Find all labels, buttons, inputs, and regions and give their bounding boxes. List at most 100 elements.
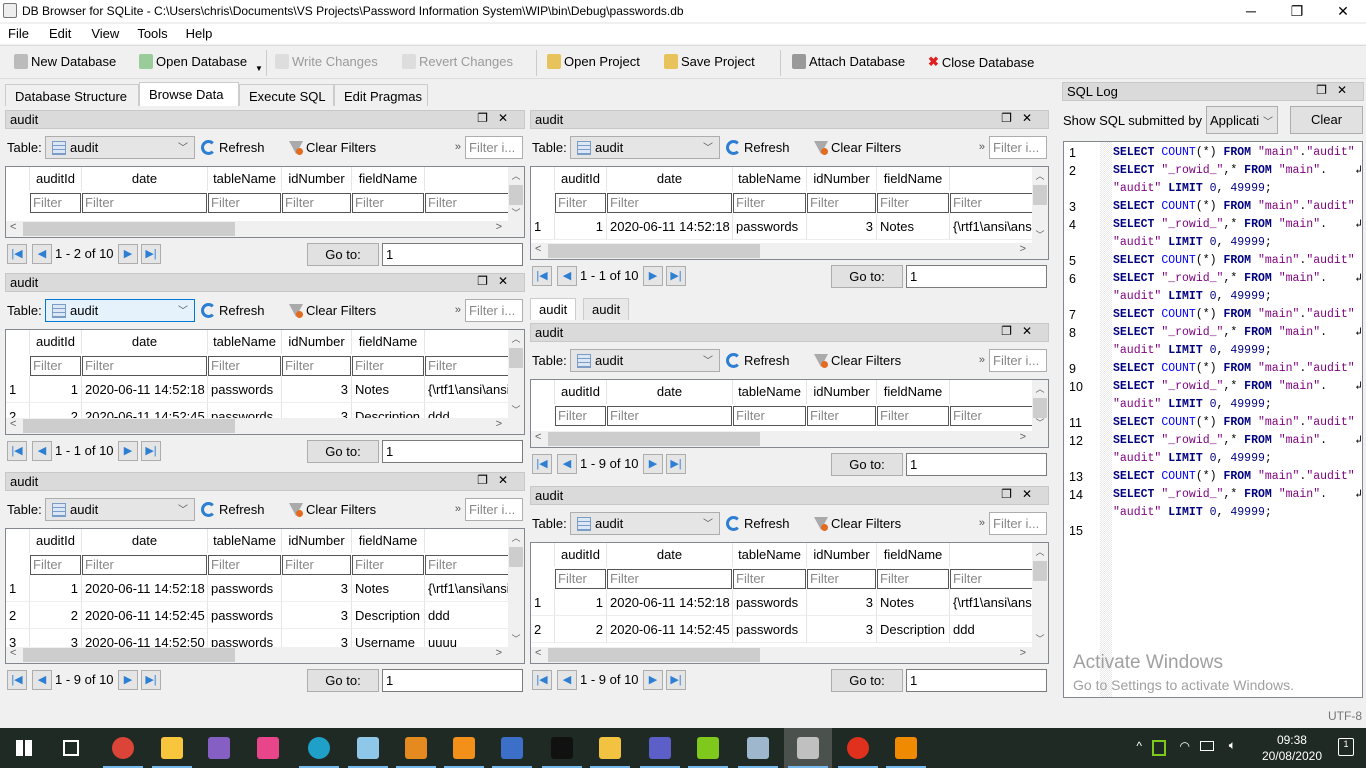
column-header[interactable]: tableName bbox=[733, 167, 807, 191]
column-filter-input[interactable]: Filter bbox=[733, 193, 806, 213]
column-filter-input[interactable]: Filter bbox=[733, 406, 806, 426]
close-icon[interactable]: ✕ bbox=[1022, 487, 1042, 501]
column-filter-input[interactable]: Filter bbox=[555, 569, 606, 589]
vertical-scrollbar[interactable]: ︿ ﹀ bbox=[1032, 380, 1048, 431]
taskbar-db-browser[interactable] bbox=[784, 728, 832, 768]
cell[interactable]: uuuu bbox=[425, 629, 508, 647]
column-header[interactable]: idNumber bbox=[282, 529, 352, 553]
volume-icon[interactable]: 🔈︎ bbox=[1229, 738, 1236, 753]
menu-help[interactable]: Help bbox=[178, 24, 213, 41]
column-header[interactable] bbox=[950, 543, 1032, 567]
cell[interactable]: {\rtf1\ansi\ansi bbox=[950, 213, 1032, 240]
refresh-button[interactable]: Refresh bbox=[726, 140, 790, 155]
column-header[interactable]: auditId bbox=[555, 380, 607, 404]
clear-filters-button[interactable]: Clear Filters bbox=[289, 502, 376, 517]
cell[interactable]: 1 bbox=[6, 376, 30, 403]
column-filter-input[interactable]: Filter bbox=[425, 193, 508, 213]
clear-filters-button[interactable]: Clear Filters bbox=[814, 353, 901, 368]
vertical-scrollbar[interactable]: ︿ ﹀ bbox=[1032, 167, 1048, 243]
column-header[interactable]: auditId bbox=[30, 167, 82, 191]
clear-log-button[interactable]: Clear bbox=[1290, 106, 1363, 134]
column-header[interactable]: date bbox=[607, 543, 733, 567]
column-filter-input[interactable]: Filter bbox=[30, 356, 81, 376]
revert-changes-button[interactable]: Revert Changes bbox=[402, 54, 513, 69]
column-filter-input[interactable]: Filter bbox=[208, 193, 281, 213]
previous-record-icon[interactable]: ◀ bbox=[32, 244, 52, 264]
cell[interactable]: 2020-06-11 14:52:50 bbox=[82, 629, 208, 647]
go-to-input[interactable]: 1 bbox=[906, 265, 1047, 288]
cell[interactable]: passwords bbox=[208, 629, 282, 647]
close-icon[interactable]: ✕ bbox=[498, 274, 518, 288]
column-header[interactable]: auditId bbox=[555, 543, 607, 567]
cell[interactable]: 3 bbox=[807, 213, 877, 240]
taskbar-key[interactable] bbox=[586, 728, 634, 768]
table-row[interactable]: 1 1 2020-06-11 14:52:18 passwords 3 Notes {\rt… bbox=[6, 376, 508, 403]
sql-log-editor[interactable]: 1 SELECT COUNT(*) FROM "main"."audit" 2 SEL… bbox=[1063, 141, 1363, 698]
menu-view[interactable]: View bbox=[83, 24, 119, 41]
cell[interactable]: 2020-06-11 14:52:18 bbox=[82, 376, 208, 403]
vertical-scrollbar[interactable]: ︿ ﹀ bbox=[508, 167, 524, 221]
clear-filters-button[interactable]: Clear Filters bbox=[814, 516, 901, 531]
cell[interactable]: 3 bbox=[807, 616, 877, 643]
horizontal-scrollbar[interactable]: < > bbox=[6, 418, 524, 434]
cell[interactable]: passwords bbox=[208, 602, 282, 629]
table-row[interactable]: 3 3 2020-06-11 14:52:50 passwords 3 Username u… bbox=[6, 629, 508, 647]
taskbar-start[interactable] bbox=[0, 728, 48, 768]
table-select[interactable]: audit ﹀ bbox=[45, 498, 195, 521]
column-filter-input[interactable]: Filter bbox=[607, 406, 732, 426]
more-icon[interactable]: » bbox=[979, 517, 985, 529]
column-header[interactable] bbox=[950, 167, 1032, 191]
cell[interactable]: Notes bbox=[352, 376, 425, 403]
tab-execute-sql[interactable]: Execute SQL bbox=[239, 84, 334, 106]
tab-edit-pragmas[interactable]: Edit Pragmas bbox=[334, 84, 428, 106]
cell[interactable]: Notes bbox=[352, 575, 425, 602]
dock-tab-audit-2[interactable]: audit bbox=[583, 298, 630, 320]
clock[interactable]: 09:38 20/08/2020 bbox=[1262, 732, 1322, 764]
tab-browse-data[interactable]: Browse Data bbox=[139, 82, 239, 106]
column-filter-input[interactable]: Filter bbox=[607, 569, 732, 589]
table-select[interactable]: audit ﹀ bbox=[570, 136, 720, 159]
column-filter-input[interactable]: Filter bbox=[555, 193, 606, 213]
next-record-icon[interactable]: ▶ bbox=[118, 670, 138, 690]
cell[interactable]: 2 bbox=[30, 403, 82, 418]
refresh-button[interactable]: Refresh bbox=[201, 140, 265, 155]
cell[interactable]: 2020-06-11 14:52:45 bbox=[82, 602, 208, 629]
cell[interactable]: 2020-06-11 14:52:18 bbox=[607, 589, 733, 616]
go-to-button[interactable]: Go to: bbox=[831, 669, 903, 692]
horizontal-scrollbar[interactable]: < > bbox=[6, 221, 524, 237]
last-record-icon[interactable]: ▶| bbox=[666, 670, 686, 690]
taskbar-orange-app[interactable] bbox=[392, 728, 440, 768]
column-header[interactable]: date bbox=[607, 167, 733, 191]
taskbar-pink-app[interactable] bbox=[244, 728, 292, 768]
taskbar-record-app[interactable] bbox=[834, 728, 882, 768]
column-header[interactable]: fieldName bbox=[877, 167, 950, 191]
column-filter-input[interactable]: Filter bbox=[950, 569, 1032, 589]
more-icon[interactable]: » bbox=[455, 141, 461, 153]
column-header[interactable]: date bbox=[82, 330, 208, 354]
cell[interactable]: passwords bbox=[733, 213, 807, 240]
first-record-icon[interactable]: |◀ bbox=[7, 441, 27, 461]
last-record-icon[interactable]: ▶| bbox=[666, 266, 686, 286]
taskbar-notepad[interactable] bbox=[344, 728, 392, 768]
cell[interactable]: {\rtf1\ansi\ansi bbox=[950, 589, 1032, 616]
more-icon[interactable]: » bbox=[979, 354, 985, 366]
write-changes-button[interactable]: Write Changes bbox=[275, 54, 378, 69]
column-header[interactable]: fieldName bbox=[352, 167, 425, 191]
go-to-input[interactable]: 1 bbox=[382, 243, 523, 266]
column-header[interactable]: fieldName bbox=[877, 543, 950, 567]
more-icon[interactable]: » bbox=[455, 503, 461, 515]
cell[interactable]: Description bbox=[877, 616, 950, 643]
cell[interactable]: 3 bbox=[30, 629, 82, 647]
column-filter-input[interactable]: Filter bbox=[950, 193, 1032, 213]
go-to-input[interactable]: 1 bbox=[382, 440, 523, 463]
taskbar-green-app[interactable] bbox=[684, 728, 732, 768]
maximize-button[interactable]: ❐ bbox=[1274, 0, 1320, 22]
column-filter-input[interactable]: Filter bbox=[30, 193, 81, 213]
column-header[interactable] bbox=[425, 529, 508, 553]
column-filter-input[interactable]: Filter bbox=[877, 569, 949, 589]
go-to-button[interactable]: Go to: bbox=[307, 669, 379, 692]
taskbar-terminal[interactable] bbox=[538, 728, 586, 768]
menu-file[interactable]: File bbox=[0, 24, 29, 41]
global-filter-input[interactable]: Filter i... bbox=[989, 349, 1047, 372]
cell[interactable]: 1 bbox=[531, 213, 555, 240]
